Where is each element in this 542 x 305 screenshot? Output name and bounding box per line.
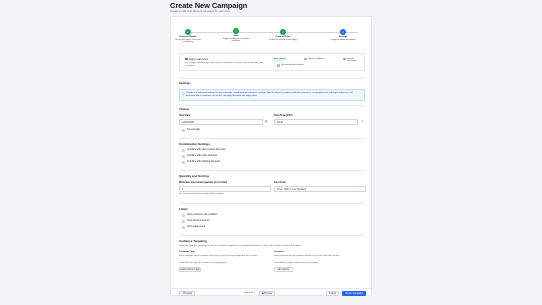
recommended-label: Recommended products [281, 64, 304, 67]
combine-order-label: Combine with order discounts [187, 155, 218, 157]
step-1[interactable]: ✓ Discount Details Set up the name, value… [173, 29, 203, 44]
sort-order-select[interactable]: Price: High to Low (Default) [274, 186, 366, 192]
limit-usage-label: Limit usage count [187, 226, 206, 228]
page-subtitle: Create a multi-field discount campaign f… [170, 10, 231, 13]
combination-heading: Combination Settings [179, 142, 210, 146]
combine-order-toggle[interactable] [179, 155, 185, 158]
combine-shipping-toggle[interactable] [179, 161, 185, 164]
preview-label: Preview [264, 293, 273, 295]
cancel-button[interactable]: Cancel [326, 291, 339, 296]
countries-desc: Show campaign only to customers located … [274, 255, 340, 257]
auto-applied-badge: Auto-applied [272, 57, 288, 61]
scope-panel: Apply to all orders Use a trigger condit… [179, 53, 365, 71]
check-icon: ✓ [280, 29, 286, 35]
sort-order-label: Sort Order [274, 181, 286, 184]
apply-all-desc: Use a trigger condition if you only want… [185, 62, 264, 67]
end-date-toggle[interactable] [179, 129, 185, 132]
step-3[interactable]: ✓ Product Rules Select the products that … [268, 29, 298, 41]
max-quantity-input[interactable]: 1 [179, 186, 271, 192]
create-campaign-button[interactable]: Create Campaign [342, 291, 366, 296]
recommended-radio[interactable] [277, 64, 280, 67]
step-desc: Select the products that apply [269, 38, 297, 41]
min-cart-toggle[interactable] [179, 214, 185, 217]
collections-label: Specific collections [347, 57, 357, 62]
step-number-icon: 4 [340, 29, 346, 35]
chevron-down-icon: ⌄ [359, 186, 362, 189]
info-icon: ⓘ [182, 93, 185, 96]
add-country-button[interactable]: Add country [274, 267, 293, 272]
preview-button[interactable]: ◉ Preview [259, 291, 275, 296]
check-icon: ✓ [185, 29, 191, 35]
step-4[interactable]: 4 Settings Configure additional options [328, 29, 358, 41]
limit-usage-toggle[interactable] [179, 226, 185, 229]
max-quantity-hint: Set a maximum discount quantity for the … [179, 193, 224, 195]
step-desc: Configure additional options [330, 38, 356, 41]
customer-tags-hint: Leave blank to target all customers (inc… [179, 262, 227, 264]
clock-icon[interactable]: ◷ [361, 120, 363, 123]
settings-heading: Settings [179, 81, 191, 85]
add-customer-tags-button[interactable]: Add customer tags [179, 267, 201, 272]
combine-product-label: Combine with other product discounts [187, 149, 226, 151]
max-quantity-label: Maximum discounted quantity per product [179, 181, 228, 184]
customer-tags-label: Customer Tags [179, 251, 195, 253]
step-desc: Trigger conditions to qualify a purchase [222, 37, 250, 43]
collections-radio[interactable] [343, 57, 346, 61]
previous-label: Previous [183, 293, 193, 295]
timing-heading: Timing [179, 107, 189, 111]
limit-amount-label: Limit discount amount [187, 220, 210, 222]
apply-all-radio[interactable] [185, 57, 188, 61]
apply-all-label: Apply to all orders [189, 57, 209, 61]
start-time-label: Start Time (EST) [274, 114, 293, 117]
countries-label: Countries [274, 251, 285, 253]
start-date-input[interactable]: 13/03/2026 [179, 119, 263, 125]
end-date-label: Set end date [187, 129, 201, 131]
combine-shipping-label: Combine with shipping discounts [187, 161, 221, 163]
campaign-card: ✓ Discount Details Set up the name, value… [170, 16, 373, 297]
audience-desc: Optionally limit this campaign to specif… [179, 245, 303, 247]
quantity-heading: Quantity and Sorting [179, 174, 209, 178]
start-time-input[interactable]: 08:30 [274, 119, 358, 125]
limits-heading: Limits [179, 207, 188, 211]
page-title: Create New Campaign [170, 1, 248, 10]
step-counter: Step 4 of 4 [244, 292, 255, 294]
calendar-icon[interactable]: ▦ [265, 120, 267, 123]
specific-products-radio[interactable] [304, 57, 307, 61]
check-icon: ✓ [233, 28, 239, 34]
specific-products-label: Specific products [308, 57, 324, 60]
previous-button[interactable]: ‹ Previous [179, 291, 195, 296]
step-2[interactable]: ✓ Offer Trigger conditions to qualify a p… [221, 28, 251, 43]
audience-heading: Audience Targeting [179, 239, 207, 243]
wizard-footer: ‹ Previous Step 4 of 4 ◉ Preview Cancel … [171, 288, 373, 297]
settings-info-text: Configure all advanced settings for your… [186, 92, 353, 97]
step-desc: Set up the name, value and scheduling [175, 38, 201, 44]
combine-product-toggle[interactable] [179, 149, 185, 152]
limit-amount-toggle[interactable] [179, 220, 185, 223]
start-date-label: Start Date [179, 114, 191, 117]
countries-hint: Leave blank to target customers from all… [274, 262, 319, 264]
settings-info-box: ⓘ Configure all advanced settings for yo… [179, 89, 365, 101]
customer-tags-desc: Show campaign only to customers who have… [179, 255, 258, 257]
min-cart-label: Apply minimum cart condition [187, 214, 217, 216]
